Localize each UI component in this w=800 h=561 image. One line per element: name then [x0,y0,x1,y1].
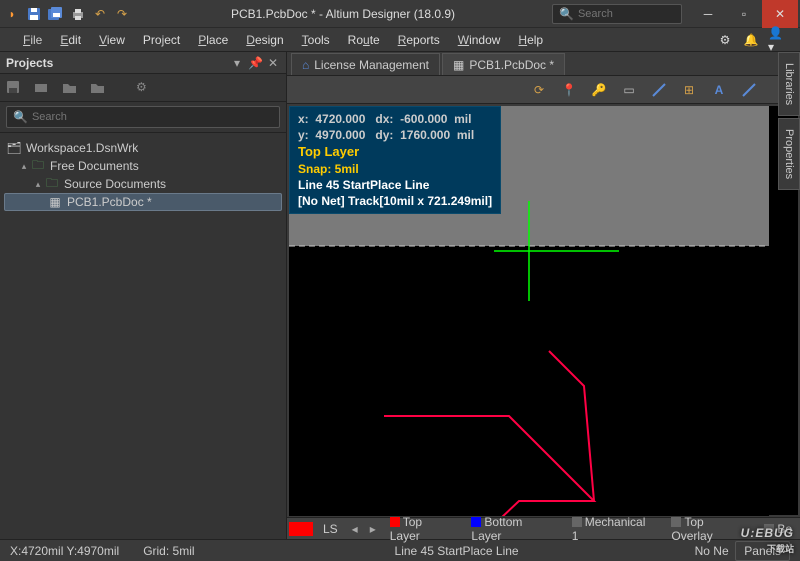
panel-close-icon[interactable]: ✕ [266,56,280,70]
workspace-icon: 🗂 [6,141,22,155]
tab-properties[interactable]: Properties [778,118,800,190]
tree-free-documents[interactable]: ▴ 🗀 Free Documents [4,157,282,175]
menu-route[interactable]: Route [339,30,389,50]
save-icon[interactable] [6,80,22,96]
layer-bar: LS ◂ ▸ Top Layer Bottom Layer Mechanical… [287,517,800,539]
undo-icon[interactable]: ↶ [90,4,110,24]
print-icon[interactable] [68,4,88,24]
save-all-icon[interactable] [46,4,66,24]
status-message: Line 45 StartPlace Line [219,544,695,558]
pcb-canvas[interactable]: x: 4720.000 dx: -600.000 mil y: 4970.000… [289,106,798,515]
coordinate-hud: x: 4720.000 dx: -600.000 mil y: 4970.000… [289,106,501,214]
menu-file[interactable]: File [14,30,51,50]
menu-place[interactable]: Place [189,30,237,50]
document-tabs: ⌂ License Management ▦ PCB1.PcbDoc * [287,52,800,76]
menu-view[interactable]: View [90,30,134,50]
pen-icon[interactable] [738,79,760,101]
pcb-icon: ▦ [453,58,464,72]
menu-tools[interactable]: Tools [293,30,339,50]
projects-header: Projects ▾ 📌 ✕ [0,52,286,74]
snap-icon[interactable]: 📍 [558,79,580,101]
bell-icon[interactable]: 🔔 [742,31,760,49]
key-icon[interactable]: 🔑 [588,79,610,101]
title-bar: ◗ ↶ ↷ PCB1.PcbDoc * - Altium Designer (1… [0,0,800,28]
layer-mechanical[interactable]: Mechanical 1 [566,515,662,543]
tab-pcbdoc[interactable]: ▦ PCB1.PcbDoc * [442,53,565,75]
layer-overlay[interactable]: Top Overlay [665,515,754,543]
tab-libraries[interactable]: Libraries [778,52,800,116]
projects-tree: 🗂 Workspace1.DsnWrk ▴ 🗀 Free Documents ▴… [0,133,286,539]
work-area: ⌂ License Management ▦ PCB1.PcbDoc * ⟳ 📍… [287,52,800,539]
layer-next[interactable]: ▸ [366,522,380,536]
projects-panel: Projects ▾ 📌 ✕ ⚙ 🔍 🗂 Workspace1.DsnWrk [0,52,287,539]
projects-toolbar: ⚙ [0,74,286,102]
folder2-icon[interactable] [90,80,106,96]
app-logo-icon: ◗ [2,4,22,24]
home-icon: ⌂ [302,58,309,72]
menu-project[interactable]: Project [134,30,189,50]
pcb-file-icon: ▦ [47,195,63,209]
right-dock-tabs: Libraries Properties [778,52,800,192]
panel-menu-icon[interactable]: ▾ [230,56,244,70]
tree-source-documents[interactable]: ▴ 🗀 Source Documents [4,175,282,193]
window-title: PCB1.PcbDoc * - Altium Designer (18.0.9) [134,7,552,21]
user-icon[interactable]: 👤▾ [768,31,786,49]
tree-workspace[interactable]: 🗂 Workspace1.DsnWrk [4,139,282,157]
collapse-icon[interactable]: ▴ [18,161,30,172]
grid-icon[interactable]: ⊞ [678,79,700,101]
menu-window[interactable]: Window [449,30,510,50]
folder-icon: 🗀 [44,174,60,195]
status-right: No Ne Panels [695,544,790,558]
text-icon[interactable]: A [708,79,730,101]
tool-icon[interactable]: ⟳ [528,79,550,101]
folder-icon[interactable] [62,80,78,96]
save-icon[interactable] [24,4,44,24]
menu-edit[interactable]: Edit [51,30,90,50]
menu-bar: File Edit View Project Place Design Tool… [0,28,800,52]
panels-button[interactable]: Panels [735,541,790,561]
search-icon: 🔍 [559,7,574,21]
close-button[interactable]: ✕ [762,0,798,28]
ls-label[interactable]: LS [317,522,344,536]
line-icon[interactable] [648,79,670,101]
current-layer-swatch[interactable] [289,522,313,536]
maximize-button[interactable]: ▫ [726,0,762,28]
menu-design[interactable]: Design [237,30,292,50]
main-area: Projects ▾ 📌 ✕ ⚙ 🔍 🗂 Workspace1.DsnWrk [0,52,800,539]
panel-pin-icon[interactable]: 📌 [248,56,262,70]
tab-license-management[interactable]: ⌂ License Management [291,53,440,75]
status-grid: Grid: 5mil [143,544,194,558]
compile-icon[interactable] [34,80,50,96]
status-coord: X:4720mil Y:4970mil [10,544,119,558]
rect-icon[interactable]: ▭ [618,79,640,101]
layer-top[interactable]: Top Layer [384,515,462,543]
collapse-icon[interactable]: ▴ [32,179,44,190]
settings-icon[interactable]: ⚙ [136,80,152,96]
editor-toolbar: ⟳ 📍 🔑 ▭ ⊞ A [287,76,800,104]
projects-title: Projects [6,56,226,70]
projects-search-input[interactable] [32,111,273,123]
layer-bottom[interactable]: Bottom Layer [465,515,561,543]
search-icon: 🔍 [13,110,28,124]
menu-help[interactable]: Help [509,30,552,50]
menu-reports[interactable]: Reports [389,30,449,50]
global-search-input[interactable] [578,8,675,20]
global-search[interactable]: 🔍 [552,4,682,24]
layer-more[interactable]: Bo [758,522,798,536]
layer-prev[interactable]: ◂ [348,522,362,536]
gear-icon[interactable]: ⚙ [716,31,734,49]
tree-pcbdoc[interactable]: ▦ PCB1.PcbDoc * [4,193,282,211]
minimize-button[interactable]: ─ [690,0,726,28]
projects-search[interactable]: 🔍 [6,106,280,128]
projects-search-row: 🔍 [0,102,286,133]
redo-icon[interactable]: ↷ [112,4,132,24]
